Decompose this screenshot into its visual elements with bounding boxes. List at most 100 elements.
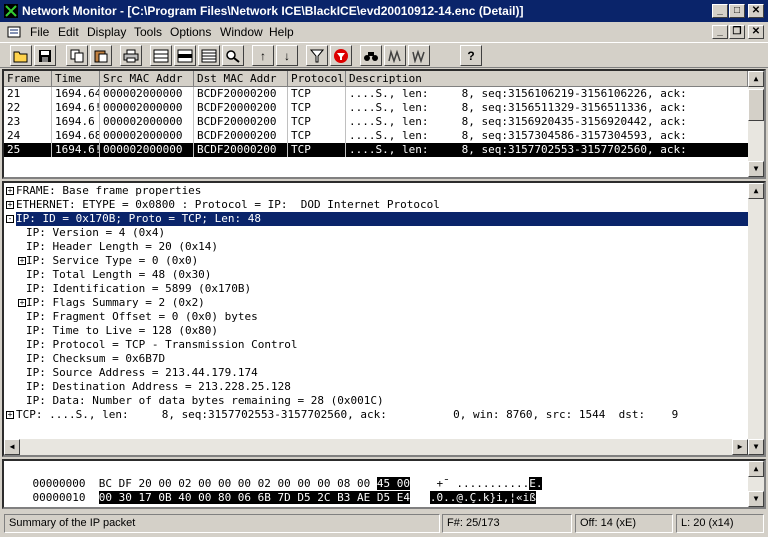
detail-line-selected[interactable]: IP: ID = 0x170B; Proto = TCP; Len: 48 xyxy=(16,212,748,226)
detail-line[interactable]: IP: Total Length = 48 (0x30) xyxy=(26,268,211,282)
hex-scrollbar[interactable]: ▲ ▼ xyxy=(748,461,764,507)
scroll-up-button[interactable]: ▲ xyxy=(748,183,764,199)
src-mac-cell: 000002000000 xyxy=(100,143,194,157)
protocol-cell: TCP xyxy=(288,101,346,115)
help-icon: ? xyxy=(467,48,475,63)
packet-list-scrollbar[interactable]: ▲ ▼ xyxy=(748,71,764,177)
minimize-button[interactable]: _ xyxy=(712,4,728,18)
detail-line[interactable]: IP: Checksum = 0x6B7D xyxy=(26,352,165,366)
open-button[interactable] xyxy=(10,45,32,66)
zoom-button[interactable] xyxy=(222,45,244,66)
expand-icon[interactable]: + xyxy=(6,187,14,195)
close-button[interactable]: ✕ xyxy=(748,4,764,18)
window-title: Network Monitor - [C:\Program Files\Netw… xyxy=(22,4,524,18)
menu-window[interactable]: Window xyxy=(220,25,263,39)
help-button[interactable]: ? xyxy=(460,45,482,66)
menu-help[interactable]: Help xyxy=(269,25,294,39)
detail-line[interactable]: IP: Data: Number of data bytes remaining… xyxy=(26,394,384,408)
detail-scrollbar[interactable]: ▲ ▼ xyxy=(748,183,764,455)
detail-line[interactable]: IP: Header Length = 20 (0x14) xyxy=(26,240,218,254)
next-frame-button[interactable]: ↓ xyxy=(276,45,298,66)
find-prev-icon xyxy=(388,48,401,63)
find-next-button[interactable] xyxy=(408,45,430,66)
frame-cell: 24 xyxy=(4,129,52,143)
protocol-cell: TCP xyxy=(288,129,346,143)
previous-frame-button[interactable]: ↑ xyxy=(252,45,274,66)
status-frame: F#: 25/173 xyxy=(442,514,572,533)
copy-button[interactable] xyxy=(66,45,88,66)
menu-tools[interactable]: Tools xyxy=(134,25,162,39)
table-row[interactable]: 24 1694.68 000002000000 BCDF20000200 TCP....… xyxy=(4,129,748,143)
view-split-button[interactable] xyxy=(150,45,172,66)
maximize-button[interactable]: □ xyxy=(729,4,745,18)
mdi-restore-button[interactable]: ❐ xyxy=(729,25,745,39)
menu-display[interactable]: Display xyxy=(87,25,126,39)
print-button[interactable] xyxy=(120,45,142,66)
paste-button[interactable] xyxy=(90,45,112,66)
column-header-description[interactable]: Description xyxy=(346,71,748,87)
stop-filter-button[interactable] xyxy=(330,45,352,66)
scroll-left-button[interactable]: ◀ xyxy=(4,439,20,455)
detail-line[interactable]: FRAME: Base frame properties xyxy=(16,184,201,198)
status-bar: Summary of the IP packet F#: 25/173 Off:… xyxy=(0,511,768,537)
src-mac-cell: 000002000000 xyxy=(100,87,194,101)
detail-line[interactable]: IP: Destination Address = 213.228.25.128 xyxy=(26,380,291,394)
table-row[interactable]: 23 1694.6 000002000000 BCDF20000200 TCP ....S… xyxy=(4,115,748,129)
time-cell: 1694.6! xyxy=(52,143,100,157)
column-header-time[interactable]: Time xyxy=(52,71,100,87)
expand-icon[interactable]: + xyxy=(18,257,26,265)
save-button[interactable] xyxy=(34,45,56,66)
mdi-minimize-button[interactable]: _ xyxy=(712,25,728,39)
mdi-close-button[interactable]: ✕ xyxy=(748,25,764,39)
time-cell: 1694.6 xyxy=(52,115,100,129)
table-row[interactable]: 21 1694.64 000002000000 BCDF20000200 TCP....… xyxy=(4,87,748,101)
collapse-icon[interactable]: - xyxy=(6,215,14,223)
scroll-up-button[interactable]: ▲ xyxy=(748,71,764,87)
detail-line[interactable]: IP: Time to Live = 128 (0x80) xyxy=(26,324,218,338)
detail-line[interactable]: IP: Version = 4 (0x4) xyxy=(26,226,165,240)
menu-file[interactable]: File xyxy=(30,25,49,39)
detail-line[interactable]: IP: Service Type = 0 (0x0) xyxy=(26,254,198,268)
expand-icon[interactable]: + xyxy=(18,299,26,307)
table-row-selected[interactable]: 25 1694.6! 000002000000 BCDF20000200 TCP....… xyxy=(4,143,748,157)
open-icon xyxy=(13,51,28,62)
scroll-down-button[interactable]: ▼ xyxy=(748,439,764,455)
minimize-icon: _ xyxy=(717,26,723,37)
close-icon: ✕ xyxy=(751,5,761,16)
column-header-dst-mac[interactable]: Dst MAC Addr xyxy=(194,71,288,87)
detail-line[interactable]: TCP: ....S., len: 8, seq:3157702553-3157… xyxy=(16,408,678,422)
column-header-protocol[interactable]: Protocol xyxy=(288,71,346,87)
detail-hscrollbar[interactable]: ◀ ▶ xyxy=(4,439,748,455)
detail-line[interactable]: IP: Flags Summary = 2 (0x2) xyxy=(26,296,205,310)
close-icon: ✕ xyxy=(751,26,761,37)
filter-button[interactable] xyxy=(306,45,328,66)
filter-icon xyxy=(310,49,324,62)
column-header-src-mac[interactable]: Src MAC Addr xyxy=(100,71,194,87)
scroll-up-button[interactable]: ▲ xyxy=(748,461,764,477)
detail-line[interactable]: IP: Identification = 5899 (0x170B) xyxy=(26,282,251,296)
table-row[interactable]: 22 1694.6! 000002000000 BCDF20000200 TCP....… xyxy=(4,101,748,115)
view-hex-button[interactable] xyxy=(198,45,220,66)
scroll-thumb[interactable] xyxy=(748,89,764,121)
column-header-frame[interactable]: Frame xyxy=(4,71,52,87)
hex-line[interactable]: 00000010 00 30 17 0B 40 00 80 06 6B 7D D… xyxy=(6,477,536,504)
expand-icon[interactable]: + xyxy=(6,201,14,209)
document-icon[interactable] xyxy=(6,24,22,40)
find-next-icon xyxy=(412,49,425,63)
menu-edit[interactable]: Edit xyxy=(58,25,79,39)
hex-line[interactable]: 00000000 BC DF 20 00 02 00 00 00 02 00 0… xyxy=(6,463,543,490)
view-detail-button[interactable] xyxy=(174,45,196,66)
detail-line[interactable]: ETHERNET: ETYPE = 0x0800 : Protocol = IP… xyxy=(16,198,440,212)
detail-line[interactable]: IP: Protocol = TCP - Transmission Contro… xyxy=(26,338,298,352)
menu-options[interactable]: Options xyxy=(170,25,211,39)
scroll-down-button[interactable]: ▼ xyxy=(748,161,764,177)
expand-icon[interactable]: + xyxy=(6,411,14,419)
toolbar: ↑ ↓ ? xyxy=(0,42,768,68)
scroll-down-button[interactable]: ▼ xyxy=(748,491,764,507)
scroll-right-button[interactable]: ▶ xyxy=(732,439,748,455)
detail-line[interactable]: IP: Source Address = 213.44.179.174 xyxy=(26,366,258,380)
zoom-icon xyxy=(226,49,240,63)
find-previous-button[interactable] xyxy=(384,45,406,66)
find-button[interactable] xyxy=(360,45,382,66)
detail-line[interactable]: IP: Fragment Offset = 0 (0x0) bytes xyxy=(26,310,258,324)
